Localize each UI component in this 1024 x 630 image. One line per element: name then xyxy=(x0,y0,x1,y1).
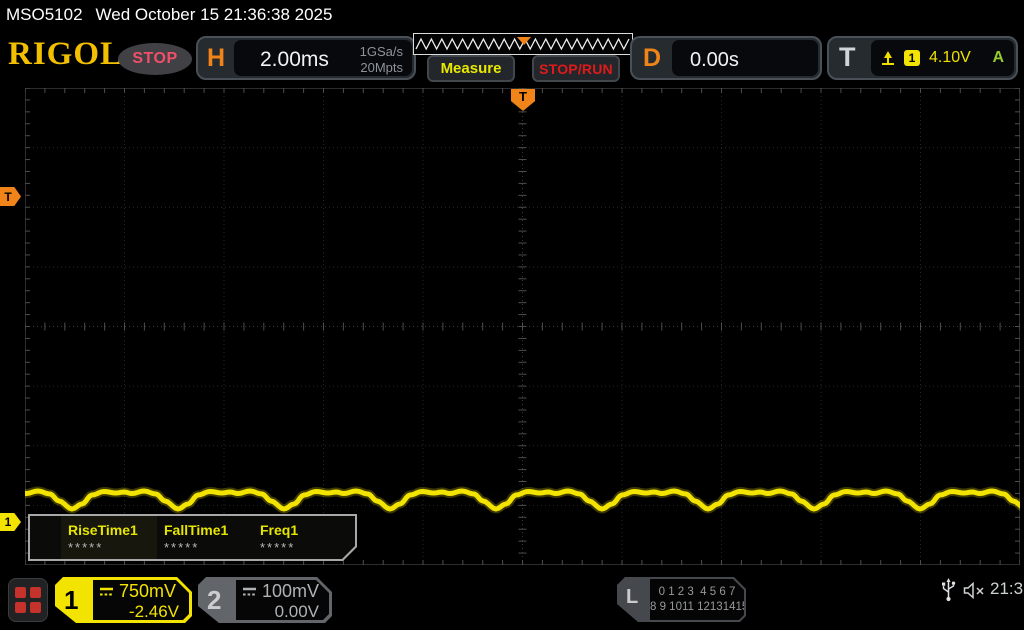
channel1-number: 1 xyxy=(64,585,79,615)
channel2-scale: 100mV xyxy=(262,581,320,601)
trigger-level-marker[interactable]: T xyxy=(0,187,21,206)
waveform-overview-strip[interactable] xyxy=(413,33,633,55)
channel1-panel: 750mV -2.46V xyxy=(93,580,189,620)
horizontal-label: H xyxy=(207,44,226,72)
timebase-value: 2.00ms xyxy=(260,48,329,71)
oscilloscope-screen: MSO5102 Wed October 15 21:36:38 2025 RIG… xyxy=(0,0,1024,630)
trigger-sweep-mode: A xyxy=(992,49,1004,66)
memory-depth: 20Mpts xyxy=(360,60,403,75)
dc-coupling-icon xyxy=(99,587,114,597)
measurement-value: ***** xyxy=(164,540,200,555)
measurement-item[interactable]: RiseTime1 ***** xyxy=(61,516,157,559)
acquisition-rates: 1GSa/s 20Mpts xyxy=(360,44,403,76)
graticule-area xyxy=(24,87,1021,565)
rising-edge-icon xyxy=(882,50,894,65)
usb-icon xyxy=(942,578,956,602)
measurement-item[interactable]: Freq1 ***** xyxy=(253,516,349,559)
measurement-value: ***** xyxy=(260,540,296,555)
logic-channel-list: 0 1 2 3 4 5 6 7 8 9 1011 12131415 xyxy=(650,579,744,620)
measurement-popup-inner: RiseTime1 ***** FallTime1 ***** Freq1 **… xyxy=(30,516,355,559)
trigger-level-value: 4.10V xyxy=(929,49,971,66)
datetime-text: Wed October 15 21:36:38 2025 xyxy=(95,5,333,24)
model-name: MSO5102 xyxy=(6,5,83,24)
trigger-settings-button[interactable]: T 1 4.10V A xyxy=(827,36,1018,80)
stop-run-button[interactable]: STOP/RUN xyxy=(532,55,620,82)
delay-label: D xyxy=(643,44,662,72)
trigger-panel: 1 4.10V A xyxy=(871,40,1014,76)
channel1-badge[interactable]: 1 750mV -2.46V xyxy=(55,577,192,623)
measurement-popup: RiseTime1 ***** FallTime1 ***** Freq1 **… xyxy=(28,514,357,561)
channel2-number: 2 xyxy=(207,585,222,615)
bottom-status-bar: 1 750mV -2.46V 2 100mV 0.00V L 0 1 2 3 4… xyxy=(0,565,1024,630)
logic-channels-badge[interactable]: L 0 1 2 3 4 5 6 7 8 9 1011 12131415 xyxy=(617,577,746,622)
acquisition-status-badge: STOP xyxy=(118,43,192,75)
channel2-offset: 0.00V xyxy=(274,602,319,621)
logic-label: L xyxy=(626,586,639,608)
channel1-offset: -2.46V xyxy=(128,602,179,621)
horizontal-settings-button[interactable]: H 2.00ms 1GSa/s 20Mpts xyxy=(196,36,416,80)
mute-icon[interactable] xyxy=(963,582,986,599)
trigger-source-badge: 1 xyxy=(904,50,920,66)
measure-button[interactable]: Measure xyxy=(427,55,515,82)
delay-value: 0.00s xyxy=(690,49,739,71)
measurement-label: FallTime1 xyxy=(164,522,229,538)
sample-rate: 1GSa/s xyxy=(359,44,403,59)
measurement-label: RiseTime1 xyxy=(68,522,138,538)
channel1-waveform xyxy=(25,486,1020,514)
header-bar: RIGOL STOP H 2.00ms 1GSa/s 20Mpts Measur… xyxy=(0,30,1024,87)
channel2-badge[interactable]: 2 100mV 0.00V xyxy=(198,577,332,623)
menu-icon[interactable] xyxy=(8,578,48,622)
logic-row-2: 8 9 1011 12131415 xyxy=(650,601,749,613)
horizontal-panel: 2.00ms 1GSa/s 20Mpts xyxy=(234,40,412,76)
delay-settings-button[interactable]: D 0.00s xyxy=(630,36,822,80)
channel2-panel: 100mV 0.00V xyxy=(236,580,329,620)
channel1-scale: 750mV xyxy=(119,581,177,601)
clock-text: 21:36 xyxy=(990,579,1024,598)
rigol-logo: RIGOL xyxy=(8,36,124,72)
measurement-label: Freq1 xyxy=(260,522,299,538)
delay-panel: 0.00s xyxy=(672,40,818,76)
logic-row-1: 0 1 2 3 4 5 6 7 xyxy=(658,586,736,598)
top-info-bar: MSO5102 Wed October 15 21:36:38 2025 xyxy=(0,0,1024,30)
dc-coupling-icon xyxy=(242,587,257,597)
trigger-label: T xyxy=(839,42,856,72)
overview-position-icon xyxy=(517,37,531,45)
measurement-value: ***** xyxy=(68,540,104,555)
measurement-item[interactable]: FallTime1 ***** xyxy=(157,516,253,559)
channel1-offset-marker[interactable]: 1 xyxy=(0,513,21,531)
